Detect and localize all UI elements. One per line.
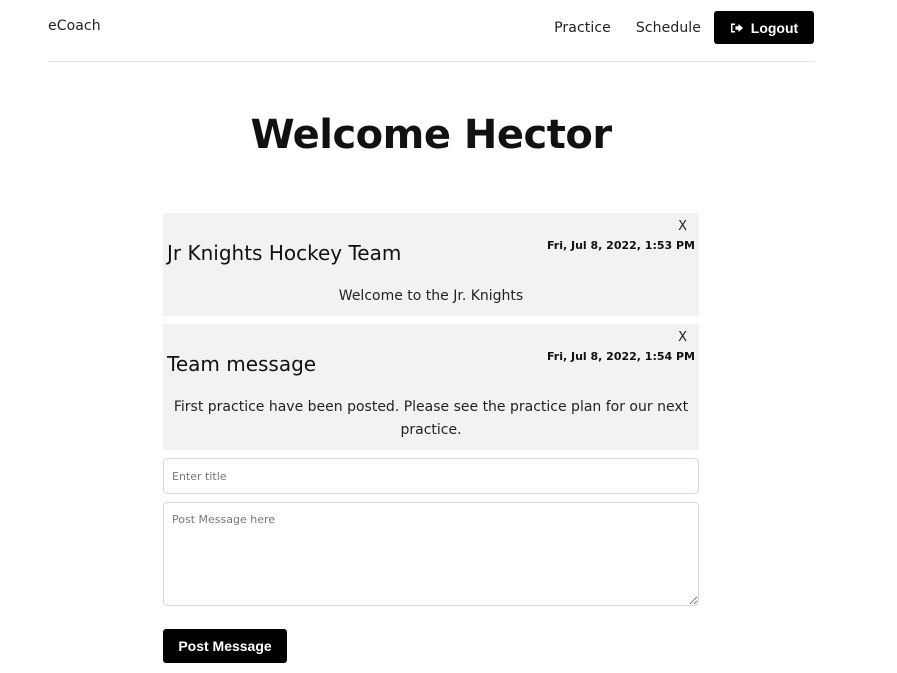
post-card: X Fri, Jul 8, 2022, 1:54 PM Team message… <box>163 324 699 450</box>
post-date: Fri, Jul 8, 2022, 1:54 PM <box>546 350 695 363</box>
post-title-input[interactable] <box>163 458 699 494</box>
post-body: First practice have been posted. Please … <box>173 399 689 438</box>
post-body: Welcome to the Jr. Knights <box>338 288 524 304</box>
post-message-button[interactable]: Post Message <box>163 629 287 663</box>
close-post-button[interactable]: X <box>678 330 687 345</box>
post-title: Jr Knights Hockey Team <box>167 241 402 265</box>
navbar: eCoach Practice Schedule Logout <box>48 0 814 62</box>
post-message-input[interactable] <box>163 502 699 606</box>
post-title: Team message <box>167 352 317 376</box>
nav-link-practice[interactable]: Practice <box>554 20 611 36</box>
logout-label: Logout <box>750 19 799 36</box>
logout-button[interactable]: Logout <box>714 11 814 44</box>
close-post-button[interactable]: X <box>678 219 687 234</box>
nav-links: Practice Schedule Logout <box>554 11 814 44</box>
nav-link-schedule[interactable]: Schedule <box>636 20 701 36</box>
post-date: Fri, Jul 8, 2022, 1:53 PM <box>546 239 695 252</box>
brand-logo[interactable]: eCoach <box>48 18 101 34</box>
page: eCoach Practice Schedule Logout Welcome … <box>0 0 897 673</box>
sign-out-icon <box>730 23 743 32</box>
page-title: Welcome Hector <box>250 112 612 158</box>
post-card: X Fri, Jul 8, 2022, 1:53 PM Jr Knights H… <box>163 213 699 316</box>
